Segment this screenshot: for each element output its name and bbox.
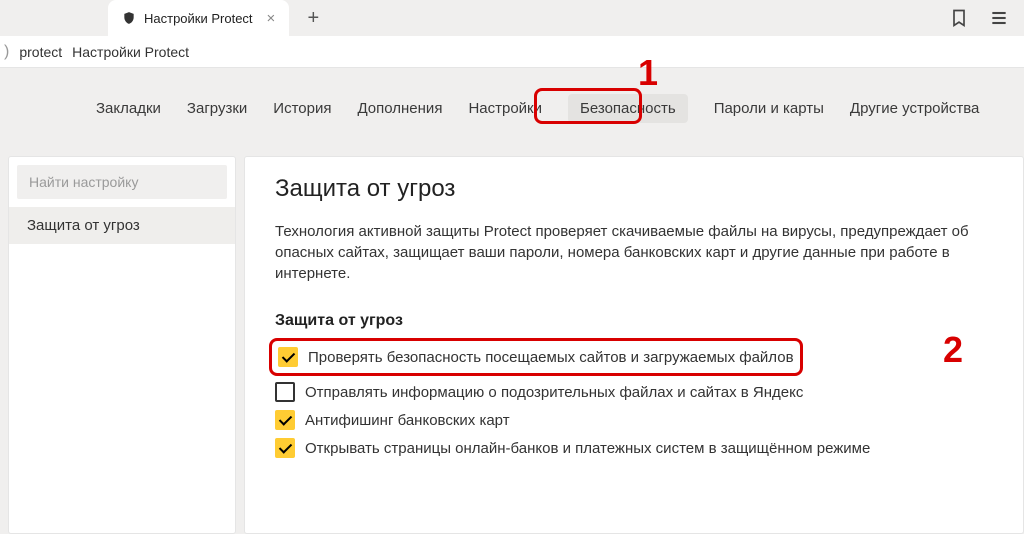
shield-icon	[122, 11, 136, 25]
nav-bookmarks[interactable]: Закладки	[96, 100, 161, 117]
nav-security[interactable]: Безопасность	[568, 94, 688, 123]
option-label: Открывать страницы онлайн-банков и плате…	[305, 440, 870, 457]
annotation-label-1: 1	[638, 52, 658, 94]
menu-icon[interactable]	[988, 7, 1010, 29]
nav-devices[interactable]: Другие устройства	[850, 100, 979, 117]
nav-downloads[interactable]: Загрузки	[187, 100, 247, 117]
close-tab-icon[interactable]: ×	[267, 10, 276, 27]
option-check-safety: Проверять безопасность посещаемых сайтов…	[278, 343, 794, 371]
checkbox[interactable]	[275, 438, 295, 458]
sidebar-item-threat-protection[interactable]: Защита от угроз	[9, 207, 235, 244]
breadcrumb-part: Настройки Protect	[72, 44, 189, 60]
search-input[interactable]	[17, 165, 227, 199]
breadcrumb-part: protect	[19, 44, 62, 60]
option-protected-mode: Открывать страницы онлайн-банков и плате…	[275, 434, 993, 462]
option-label: Антифишинг банковских карт	[305, 412, 510, 429]
section-heading: Защита от угроз	[275, 312, 993, 330]
annotation-label-2: 2	[943, 329, 963, 371]
browser-tab[interactable]: Настройки Protect ×	[108, 0, 289, 36]
nav-history[interactable]: История	[273, 100, 331, 117]
page-description: Технология активной защиты Protect прове…	[275, 221, 975, 284]
nav-addons[interactable]: Дополнения	[357, 100, 442, 117]
option-antiphishing: Антифишинг банковских карт	[275, 406, 993, 434]
tab-title: Настройки Protect	[144, 11, 253, 26]
option-label: Отправлять информацию о подозрительных ф…	[305, 384, 803, 401]
new-tab-button[interactable]: +	[299, 4, 327, 32]
annotation-box-2: Проверять безопасность посещаемых сайтов…	[269, 338, 803, 376]
option-send-info: Отправлять информацию о подозрительных ф…	[275, 378, 993, 406]
settings-content: Защита от угроз Технология активной защи…	[244, 156, 1024, 534]
sidebar: Защита от угроз	[8, 156, 236, 534]
nav-passwords[interactable]: Пароли и карты	[714, 100, 824, 117]
refresh-icon[interactable]: )	[4, 43, 9, 61]
breadcrumb: ) protect Настройки Protect	[0, 36, 1024, 68]
checkbox[interactable]	[275, 382, 295, 402]
option-label: Проверять безопасность посещаемых сайтов…	[308, 349, 794, 366]
checkbox[interactable]	[275, 410, 295, 430]
tabbar: Настройки Protect × +	[0, 0, 1024, 36]
bookmark-icon[interactable]	[948, 7, 970, 29]
settings-nav: Закладки Загрузки История Дополнения Нас…	[0, 68, 1024, 148]
nav-settings[interactable]: Настройки	[468, 100, 542, 117]
checkbox[interactable]	[278, 347, 298, 367]
page-title: Защита от угроз	[275, 175, 993, 203]
